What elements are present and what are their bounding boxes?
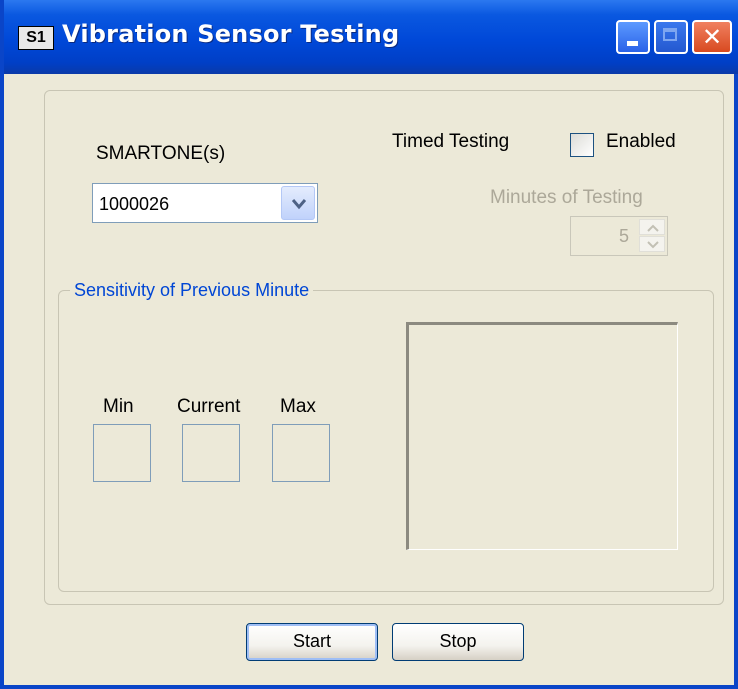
current-value-box bbox=[182, 424, 240, 482]
max-label: Max bbox=[280, 396, 316, 417]
app-icon[interactable]: S1 bbox=[18, 26, 54, 50]
maximize-button[interactable] bbox=[654, 20, 688, 54]
smartone-select[interactable]: 1000026 bbox=[92, 183, 318, 223]
stepper-up-button[interactable] bbox=[639, 219, 665, 235]
enabled-checkbox[interactable] bbox=[570, 133, 594, 157]
sensitivity-group-title: Sensitivity of Previous Minute bbox=[70, 280, 314, 301]
minutes-of-testing-label: Minutes of Testing bbox=[490, 187, 643, 208]
dropdown-button[interactable] bbox=[281, 186, 315, 220]
minutes-value: 5 bbox=[618, 226, 629, 246]
minimize-button[interactable] bbox=[616, 20, 650, 54]
smartone-label: SMARTONE(s) bbox=[96, 143, 226, 164]
current-label: Current bbox=[177, 396, 241, 417]
enabled-label[interactable]: Enabled bbox=[606, 131, 676, 153]
close-icon: ✕ bbox=[701, 23, 723, 51]
vibration-sensor-testing-window: S1 Vibration Sensor Testing ✕ SMARTONE(s… bbox=[0, 0, 738, 689]
min-value-box bbox=[93, 424, 151, 482]
window-title: Vibration Sensor Testing bbox=[62, 20, 400, 48]
chevron-down-icon bbox=[647, 241, 659, 249]
max-value-box bbox=[272, 424, 330, 482]
smartone-selected-value: 1000026 bbox=[99, 194, 170, 214]
stop-button[interactable]: Stop bbox=[392, 623, 524, 661]
timed-testing-label: Timed Testing bbox=[392, 131, 510, 152]
chevron-up-icon bbox=[647, 224, 659, 232]
start-button[interactable]: Start bbox=[246, 623, 378, 661]
chevron-down-icon bbox=[292, 199, 306, 210]
min-label: Min bbox=[103, 396, 134, 417]
minutes-of-testing-stepper[interactable]: 5 bbox=[570, 216, 668, 256]
sensitivity-display-panel bbox=[406, 322, 678, 550]
close-button[interactable]: ✕ bbox=[692, 20, 732, 54]
title-bar[interactable]: S1 Vibration Sensor Testing ✕ bbox=[4, 0, 738, 74]
stepper-down-button[interactable] bbox=[639, 236, 665, 252]
